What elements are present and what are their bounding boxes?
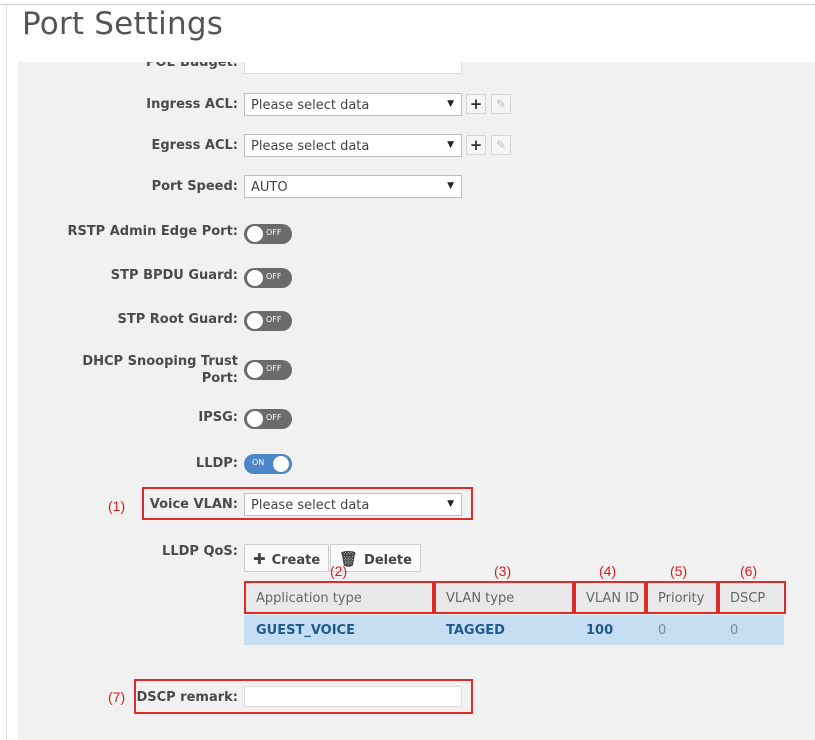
voice-vlan-select[interactable]: Please select data ▼ (244, 493, 462, 516)
create-label: Create (271, 553, 321, 568)
toggle-knob (247, 226, 263, 242)
dropdown-arrow-icon: ▼ (447, 499, 454, 509)
lldp-toggle[interactable]: ON (244, 454, 292, 474)
toggle-state-label: OFF (266, 413, 282, 422)
dhcp-snooping-trust-port-toggle[interactable]: OFF (244, 360, 292, 380)
voice-vlan-label: Voice VLAN: (149, 497, 238, 512)
toggle-knob (247, 313, 263, 329)
dscp-highlight (718, 581, 786, 614)
left-border (6, 4, 7, 740)
toggle-knob (273, 456, 289, 472)
plus-icon: + (469, 136, 483, 154)
create-button[interactable]: ✚ Create (244, 544, 330, 572)
toggle-knob (247, 270, 263, 286)
delete-label: Delete (364, 553, 412, 568)
voice-vlan-value: Please select data (251, 498, 370, 513)
annotation-6: (6) (740, 563, 758, 579)
ingress-acl-value: Please select data (251, 98, 370, 113)
priority-highlight (646, 581, 718, 614)
egress-acl-edit-button[interactable]: ✎ (491, 135, 511, 155)
cell-dscp: 0 (730, 623, 739, 638)
pencil-icon: ✎ (495, 97, 507, 111)
port-speed-select[interactable]: AUTO ▼ (244, 175, 462, 198)
lldp-qos-label: LLDP QoS: (162, 544, 238, 559)
rstp-admin-edge-port-toggle[interactable]: OFF (244, 224, 292, 244)
poe-budget-label: POE Budget: (146, 62, 238, 70)
ipsg-label: IPSG: (198, 410, 238, 425)
annotation-5: (5) (670, 563, 688, 579)
dropdown-arrow-icon: ▼ (447, 99, 454, 109)
annotation-3: (3) (494, 563, 512, 579)
plus-icon: ✚ (253, 550, 266, 568)
cell-application-type: GUEST_VOICE (256, 623, 355, 638)
egress-acl-value: Please select data (251, 139, 370, 154)
toggle-state-label: ON (252, 458, 265, 467)
stp-bpdu-guard-toggle[interactable]: OFF (244, 268, 292, 288)
cell-priority: 0 (658, 623, 667, 638)
vlan-type-highlight (434, 581, 574, 614)
toggle-state-label: OFF (266, 272, 282, 281)
table-row[interactable]: GUEST_VOICE TAGGED 100 0 0 (244, 615, 784, 645)
lldp-label: LLDP: (195, 456, 238, 471)
vlan-id-highlight (574, 581, 646, 614)
toggle-state-label: OFF (266, 315, 282, 324)
ipsg-toggle[interactable]: OFF (244, 409, 292, 429)
port-speed-value: AUTO (251, 180, 288, 195)
application-type-highlight (244, 581, 434, 614)
annotation-2: (2) (330, 563, 348, 579)
egress-acl-select[interactable]: Please select data ▼ (244, 134, 462, 157)
dhcp-label-line2: Port: (201, 371, 238, 386)
ingress-acl-label: Ingress ACL: (146, 97, 238, 112)
dhcp-snooping-trust-port-label: DHCP Snooping Trust Port: (18, 353, 238, 387)
top-border (0, 4, 815, 5)
dscp-remark-label: DSCP remark: (136, 690, 238, 705)
poe-budget-input[interactable] (244, 62, 462, 74)
stp-root-guard-label: STP Root Guard: (117, 312, 238, 327)
dropdown-arrow-icon: ▼ (447, 140, 454, 150)
annotation-4: (4) (599, 563, 617, 579)
plus-icon: + (469, 95, 483, 113)
stp-bpdu-guard-label: STP BPDU Guard: (110, 268, 238, 283)
dropdown-arrow-icon: ▼ (447, 181, 454, 191)
page-title: Port Settings (22, 6, 224, 42)
rstp-admin-edge-port-label: RSTP Admin Edge Port: (67, 224, 238, 239)
ingress-acl-add-button[interactable]: + (466, 94, 486, 114)
port-speed-label: Port Speed: (151, 179, 238, 194)
toggle-state-label: OFF (266, 364, 282, 373)
toggle-knob (247, 411, 263, 427)
pencil-icon: ✎ (495, 138, 507, 152)
egress-acl-add-button[interactable]: + (466, 135, 486, 155)
dscp-remark-input[interactable] (244, 686, 462, 707)
toggle-knob (247, 362, 263, 378)
port-settings-form: POE Budget: Ingress ACL: Please select d… (18, 62, 815, 740)
egress-acl-label: Egress ACL: (151, 138, 239, 153)
ingress-acl-edit-button[interactable]: ✎ (491, 94, 511, 114)
cell-vlan-type: TAGGED (446, 623, 505, 638)
ingress-acl-select[interactable]: Please select data ▼ (244, 93, 462, 116)
cell-vlan-id: 100 (586, 623, 614, 638)
dhcp-label-line1: DHCP Snooping Trust (82, 354, 238, 369)
toggle-state-label: OFF (266, 228, 282, 237)
stp-root-guard-toggle[interactable]: OFF (244, 311, 292, 331)
